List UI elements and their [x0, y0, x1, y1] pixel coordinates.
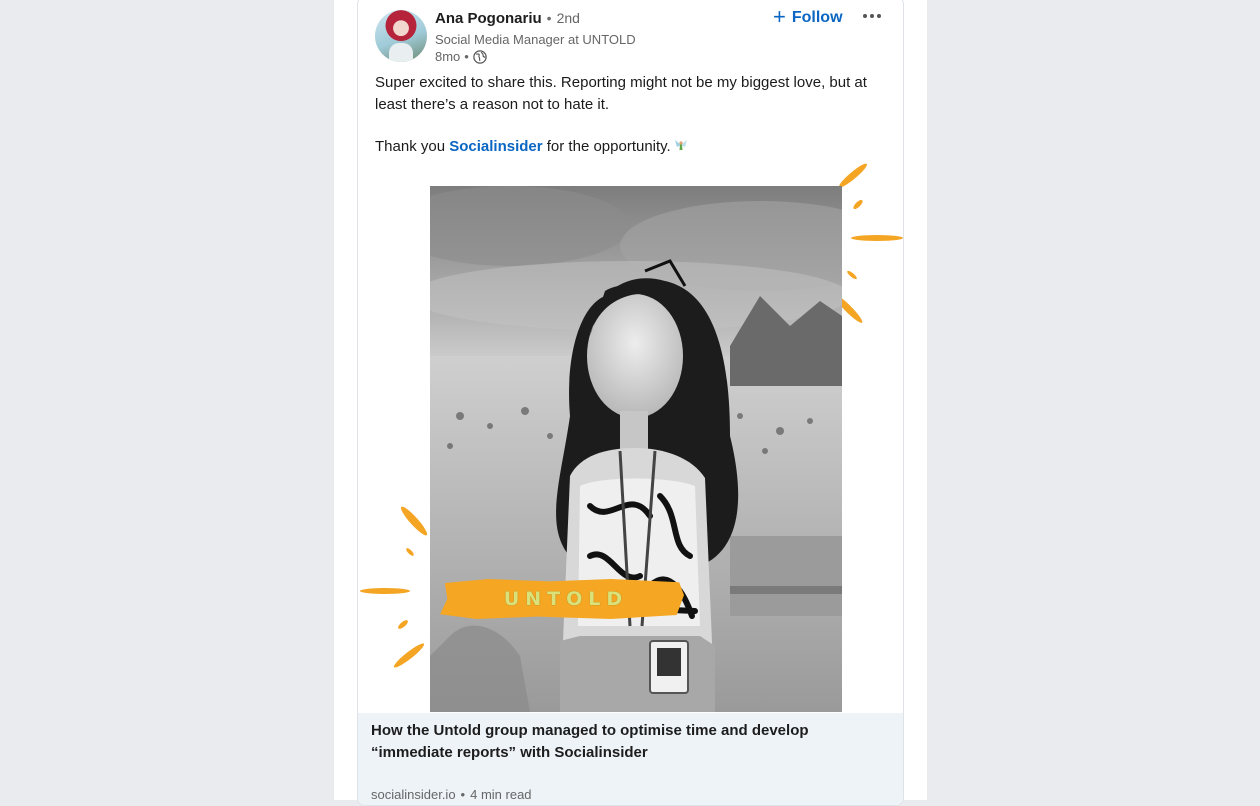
more-options-icon[interactable] [858, 5, 886, 27]
brush-stroke [360, 588, 410, 594]
post-text-line: Thank you Socialinsider for the opportun… [375, 136, 885, 158]
post-image[interactable]: UNTOLD [358, 161, 903, 713]
untold-banner: UNTOLD [440, 579, 684, 619]
post-text-line: Super excited to share this. Reporting m… [375, 74, 867, 113]
separator-dot: • [464, 49, 469, 64]
article-link-preview[interactable]: How the Untold group managed to optimise… [358, 713, 903, 805]
post-meta: 8mo • [435, 49, 487, 64]
connection-degree: 2nd [556, 10, 580, 26]
brush-stroke [851, 235, 903, 241]
brush-stroke [398, 504, 430, 538]
author-headline: Social Media Manager at UNTOLD [435, 32, 636, 47]
article-title[interactable]: How the Untold group managed to optimise… [371, 720, 841, 764]
follow-label: Follow [791, 9, 843, 26]
feed-post: Ana Pogonariu • 2nd Social Media Manager… [357, 0, 904, 806]
post-time[interactable]: 8mo [435, 49, 460, 64]
post-text-suffix: for the opportunity. [542, 138, 671, 155]
brush-stroke [846, 269, 858, 281]
brush-stroke [405, 547, 415, 557]
plus-icon: + [773, 4, 786, 29]
portrait-photo [430, 186, 842, 712]
post-text-prefix: Thank you [375, 138, 450, 155]
author-name-row: Ana Pogonariu • 2nd [435, 10, 580, 27]
globe-icon [473, 49, 487, 64]
brush-stroke [396, 618, 410, 631]
post-text: Super excited to share this. Reporting m… [375, 72, 885, 158]
mention-link[interactable]: Socialinsider [449, 138, 542, 155]
separator-dot: • [546, 10, 552, 26]
follow-button[interactable]: + Follow [769, 4, 847, 29]
brush-stroke [391, 641, 427, 670]
author-avatar[interactable] [375, 10, 427, 62]
banner-text: UNTOLD [503, 588, 629, 610]
author-name[interactable]: Ana Pogonariu [435, 10, 542, 27]
fairy-emoji-icon [674, 137, 688, 151]
brush-stroke [851, 198, 865, 211]
